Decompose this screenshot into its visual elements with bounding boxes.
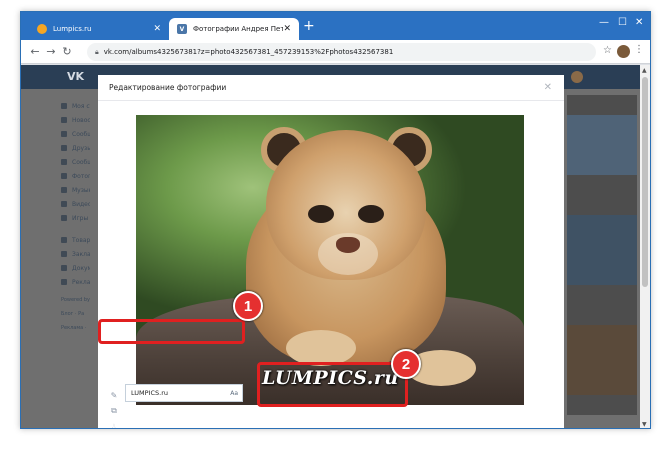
close-icon[interactable]: ✕	[153, 24, 161, 34]
sidebar-footer-links[interactable]: Блог · Ра	[61, 311, 91, 317]
edit-tools: ✎ ⧉ 💧︎ ⟳ ☼	[105, 387, 123, 429]
annotation-badge-1: 1	[233, 291, 263, 321]
sidebar-item-ads[interactable]: Рекла	[61, 275, 101, 289]
sidebar-item-friends[interactable]: Друзья	[61, 141, 101, 155]
bookmarks-icon	[61, 251, 67, 257]
tab-lumpics[interactable]: Lumpics.ru ✕	[29, 18, 169, 40]
address-bar[interactable]: 🔒︎ vk.com/albums432567381?z=photo4325673…	[87, 43, 596, 61]
lock-icon: 🔒︎	[95, 47, 99, 56]
friends-icon	[61, 145, 67, 151]
tab-strip: Lumpics.ru ✕ V Фотографии Андрея Петрова…	[21, 12, 650, 40]
filter-tool-icon[interactable]: 💧︎	[105, 419, 123, 428]
feed-thumbnail[interactable]	[567, 115, 637, 175]
reload-icon[interactable]: ↻	[59, 45, 75, 58]
photos-icon	[61, 173, 67, 179]
annotation-badge-2: 2	[391, 349, 421, 379]
messages-icon	[61, 131, 67, 137]
sidebar-item-documents[interactable]: Докум	[61, 261, 101, 275]
minimize-icon[interactable]: —	[599, 17, 609, 28]
sidebar-item-video[interactable]: Видео	[61, 197, 101, 211]
tab-vk-photos[interactable]: V Фотографии Андрея Петрова · ✕	[169, 18, 299, 40]
forward-icon[interactable]: →	[43, 45, 59, 58]
scroll-down-icon[interactable]: ▼	[642, 421, 647, 428]
caption-text-value: LUMPICS.ru	[131, 389, 169, 397]
sidebar-item-news[interactable]: Новост	[61, 113, 101, 127]
video-icon	[61, 201, 67, 207]
games-icon	[61, 215, 67, 221]
home-icon	[61, 103, 67, 109]
caption-text-input[interactable]: LUMPICS.ru Аа	[125, 384, 243, 402]
close-icon[interactable]: ✕	[544, 82, 552, 93]
vk-user-avatar[interactable]	[571, 71, 583, 83]
text-tool-icon[interactable]: ✎	[105, 387, 123, 403]
sidebar-item-games[interactable]: Игры	[61, 211, 101, 225]
sidebar-item-messages[interactable]: Сообщ	[61, 127, 101, 141]
page-scrollbar[interactable]: ▲ ▼	[640, 65, 650, 428]
annotation-highlight-1	[98, 319, 245, 344]
font-style-button[interactable]: Аа	[230, 390, 238, 397]
address-toolbar: ← → ↻ 🔒︎ vk.com/albums432567381?z=photo4…	[21, 40, 650, 64]
annotation-highlight-2	[257, 362, 408, 407]
menu-kebab-icon[interactable]: ⋮	[634, 44, 644, 55]
maximize-icon[interactable]: ☐	[618, 17, 627, 28]
tab-label: Фотографии Андрея Петрова ·	[193, 25, 284, 33]
url-text: vk.com/albums432567381?z=photo432567381_…	[103, 48, 394, 56]
vk-sidebar: Моя стр Новост Сообщ Друзья Сообщ Фотог …	[61, 99, 101, 331]
crop-tool-icon[interactable]: ⧉	[105, 403, 123, 419]
feed-thumbnail[interactable]	[567, 215, 637, 285]
sidebar-item-music[interactable]: Музык	[61, 183, 101, 197]
vk-logo[interactable]: VK	[67, 70, 84, 83]
modal-title: Редактирование фотографии	[98, 75, 564, 101]
close-window-icon[interactable]: ✕	[635, 17, 643, 28]
new-tab-icon[interactable]: +	[303, 19, 315, 33]
news-icon	[61, 117, 67, 123]
lumpics-favicon-icon	[37, 24, 47, 34]
groups-icon	[61, 159, 67, 165]
sidebar-item-bookmarks[interactable]: Заклад	[61, 247, 101, 261]
sidebar-footer-powered: Powered by	[61, 297, 90, 303]
back-icon[interactable]: ←	[27, 45, 43, 58]
scrollbar-thumb[interactable]	[642, 77, 648, 287]
vk-favicon-icon: V	[177, 24, 187, 34]
tab-label: Lumpics.ru	[53, 25, 92, 33]
sidebar-footer-ads[interactable]: Реклама ·	[61, 325, 91, 331]
photo-feed-column	[567, 95, 637, 415]
bookmark-star-icon[interactable]: ☆	[603, 45, 612, 56]
sidebar-item-my-page[interactable]: Моя стр	[61, 99, 101, 113]
sidebar-item-groups[interactable]: Сообщ	[61, 155, 101, 169]
feed-thumbnail[interactable]	[567, 325, 637, 395]
scroll-up-icon[interactable]: ▲	[642, 67, 647, 74]
close-icon[interactable]: ✕	[283, 24, 291, 34]
sidebar-item-photos[interactable]: Фотог	[61, 169, 101, 183]
documents-icon	[61, 265, 67, 271]
music-icon	[61, 187, 67, 193]
sidebar-item-market[interactable]: Товар	[61, 233, 101, 247]
profile-avatar[interactable]	[617, 45, 630, 58]
market-icon	[61, 237, 67, 243]
ads-icon	[61, 279, 67, 285]
